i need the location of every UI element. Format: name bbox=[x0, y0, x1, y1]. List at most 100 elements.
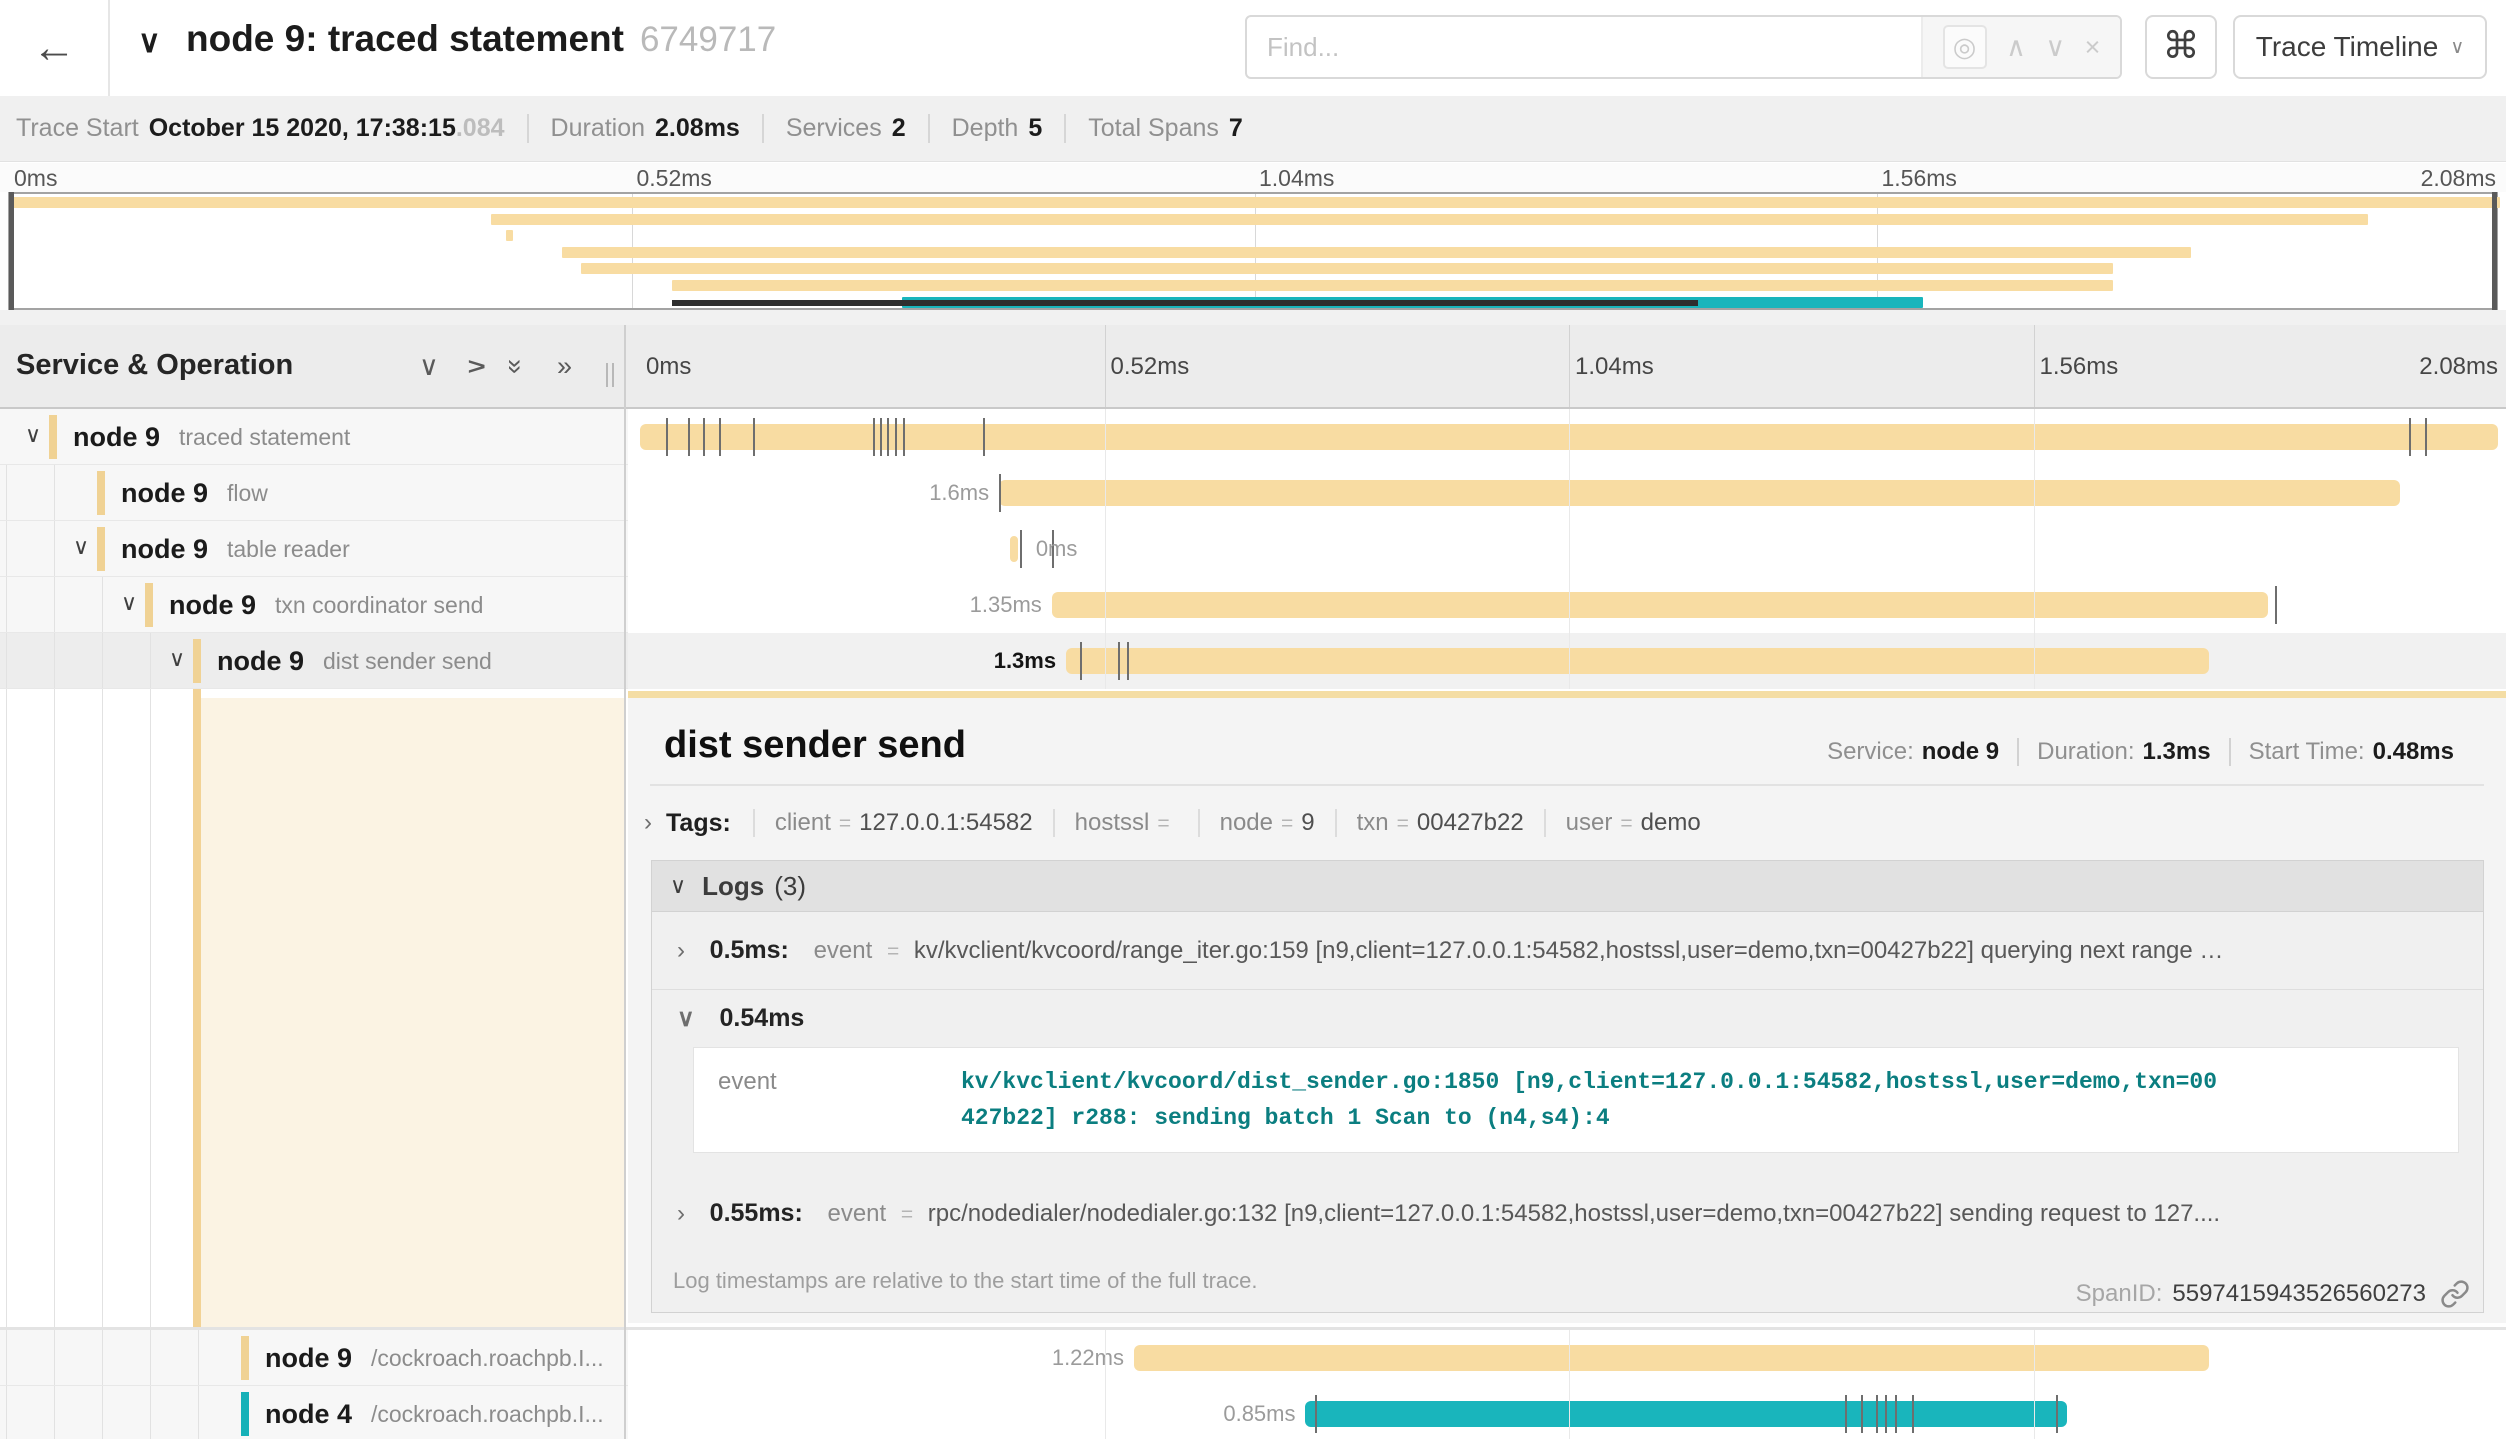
panel-divider[interactable] bbox=[624, 325, 626, 1439]
clear-search-icon[interactable]: × bbox=[2085, 32, 2101, 63]
find-group: ◎ ∧ ∨ × bbox=[1245, 15, 2122, 79]
chevron-right-icon: › bbox=[677, 1200, 685, 1227]
service-name: node 9 bbox=[121, 465, 208, 521]
span-row[interactable]: node 9flow1.6ms bbox=[0, 465, 2506, 521]
tags-accordion[interactable]: › Tags: client=127.0.0.1:54582 hostssl= … bbox=[644, 800, 2472, 846]
command-icon: ⌘ bbox=[2163, 25, 2200, 66]
log-entry-3-value: rpc/nodedialer/nodedialer.go:132 [n9,cli… bbox=[928, 1200, 2220, 1227]
minimap-right-scrubber[interactable] bbox=[2492, 192, 2497, 310]
chevron-right-icon: › bbox=[644, 809, 652, 837]
span-row-timeline-cell[interactable]: 0ms bbox=[628, 521, 2506, 577]
next-result-icon[interactable]: ∨ bbox=[2045, 32, 2065, 63]
logs-header[interactable]: ∨ Logs (3) bbox=[652, 861, 2483, 912]
span-row-name-cell[interactable]: ∨node 9txn coordinator send bbox=[0, 577, 628, 633]
timeline-gridline bbox=[2034, 1330, 2035, 1439]
span-row-name-cell[interactable]: node 9flow bbox=[0, 465, 628, 521]
keyboard-shortcuts-button[interactable]: ⌘ bbox=[2145, 15, 2217, 79]
span-row-timeline-cell[interactable]: 1.3ms bbox=[628, 633, 2506, 689]
span-row-name-cell[interactable]: ∨node 9traced statement bbox=[0, 409, 628, 465]
span-bar[interactable] bbox=[1305, 1401, 2067, 1427]
indent-guide bbox=[6, 465, 7, 520]
minimap-left-scrubber[interactable] bbox=[9, 192, 14, 310]
log-tick-mark bbox=[2409, 418, 2411, 456]
trace-id: 6749717 bbox=[640, 20, 776, 59]
span-row-timeline-cell[interactable]: 1.35ms bbox=[628, 577, 2506, 633]
timeline-tick-label: 0ms bbox=[646, 353, 691, 381]
timeline-gridline bbox=[1105, 1330, 1106, 1439]
span-row-timeline-cell[interactable]: 1.22ms bbox=[628, 1330, 2506, 1386]
tag-user: user=demo bbox=[1544, 809, 1721, 837]
span-rows-bottom: node 9/cockroach.roachpb.I...1.22msnode … bbox=[0, 1330, 2506, 1439]
span-row[interactable]: ∨node 9traced statement bbox=[0, 409, 2506, 465]
span-row-timeline-cell[interactable]: 0.85ms bbox=[628, 1386, 2506, 1439]
log-entry-1[interactable]: › 0.5ms: event = kv/kvclient/kvcoord/ran… bbox=[652, 912, 2483, 989]
span-bar[interactable] bbox=[1052, 592, 2268, 618]
minimap-canvas[interactable] bbox=[8, 192, 2498, 310]
indent-guide bbox=[6, 521, 7, 576]
span-row-name-cell[interactable]: ∨node 9table reader bbox=[0, 521, 628, 577]
indent-guide bbox=[150, 633, 151, 688]
find-input[interactable] bbox=[1247, 17, 1921, 77]
page-title: node 9: traced statement6749717 bbox=[186, 18, 776, 60]
span-row[interactable]: ∨node 9txn coordinator send1.35ms bbox=[0, 577, 2506, 633]
trace-collapse-icon[interactable]: ∨ bbox=[138, 24, 161, 60]
span-expander-icon[interactable]: ∨ bbox=[121, 590, 137, 616]
log-entry-2-header[interactable]: ∨ 0.54ms bbox=[677, 1004, 2459, 1033]
minimap-tick-label: 0ms bbox=[14, 165, 57, 192]
log-tick-mark bbox=[666, 418, 668, 456]
span-row-name-cell[interactable]: ∨node 9dist sender send bbox=[0, 633, 628, 689]
span-row[interactable]: ∨node 9table reader 0ms bbox=[0, 521, 2506, 577]
minimap-span-bar bbox=[581, 263, 2113, 274]
span-row-name-cell[interactable]: node 9/cockroach.roachpb.I... bbox=[0, 1330, 628, 1386]
log-tick-mark bbox=[1861, 1395, 1863, 1433]
span-detail-meta: Service:node 9 Duration:1.3ms Start Time… bbox=[1809, 738, 2472, 766]
indent-guide bbox=[54, 633, 55, 688]
timeline-gridline bbox=[2034, 409, 2035, 689]
locate-button[interactable]: ◎ bbox=[1943, 25, 1987, 69]
service-color-chip bbox=[49, 415, 57, 459]
timeline-axis: 0ms0.52ms1.04ms1.56ms2.08ms bbox=[628, 325, 2506, 409]
span-bar[interactable] bbox=[1010, 536, 1018, 562]
span-expander-icon[interactable]: ∨ bbox=[25, 422, 41, 448]
log-tick-mark bbox=[1895, 1395, 1897, 1433]
collapse-one-icon[interactable]: ∨ bbox=[419, 351, 439, 382]
span-row[interactable]: node 4/cockroach.roachpb.I...0.85ms bbox=[0, 1386, 2506, 1439]
prev-result-icon[interactable]: ∧ bbox=[2006, 32, 2026, 63]
span-rows-top: ∨node 9traced statementnode 9flow1.6ms∨n… bbox=[0, 409, 2506, 689]
detail-duration: Duration:1.3ms bbox=[2017, 738, 2228, 766]
expand-all-icon[interactable]: » bbox=[557, 351, 572, 382]
operation-name: table reader bbox=[227, 521, 350, 577]
column-resize-handle[interactable] bbox=[604, 363, 616, 387]
operation-name: txn coordinator send bbox=[275, 577, 483, 633]
trace-view-dropdown[interactable]: Trace Timeline ∨ bbox=[2233, 15, 2487, 79]
span-bar[interactable] bbox=[1134, 1345, 2209, 1371]
log-tick-mark bbox=[1876, 1395, 1878, 1433]
chevron-right-icon: › bbox=[677, 937, 685, 964]
span-bar[interactable] bbox=[999, 480, 2400, 506]
minimap-span-bar bbox=[10, 197, 2500, 208]
span-row-timeline-cell[interactable] bbox=[628, 409, 2506, 465]
span-expander-icon[interactable]: ∨ bbox=[73, 534, 89, 560]
span-row-name-cell[interactable]: node 4/cockroach.roachpb.I... bbox=[0, 1386, 628, 1439]
log-entry-3[interactable]: › 0.55ms: event = rpc/nodedialer/nodedia… bbox=[652, 1175, 2483, 1252]
span-bar[interactable] bbox=[1066, 648, 2209, 674]
selected-span-accent-band bbox=[193, 689, 201, 1330]
log-tick-mark bbox=[703, 418, 705, 456]
expand-one-icon[interactable]: ∨ bbox=[466, 351, 486, 382]
indent-guide bbox=[54, 1386, 55, 1439]
span-row[interactable]: ∨node 9dist sender send1.3ms bbox=[0, 633, 2506, 689]
logs-count: (3) bbox=[774, 871, 806, 902]
find-suffix: ◎ ∧ ∨ × bbox=[1921, 17, 2120, 77]
collapse-all-icon[interactable]: » bbox=[508, 351, 523, 382]
detail-service: Service:node 9 bbox=[1809, 738, 2017, 766]
indent-guide bbox=[102, 1386, 103, 1439]
log-tick-mark bbox=[1885, 1395, 1887, 1433]
link-icon[interactable] bbox=[2440, 1279, 2470, 1309]
span-row-timeline-cell[interactable]: 1.6ms bbox=[628, 465, 2506, 521]
spacer-strip bbox=[0, 310, 2506, 325]
back-button[interactable]: ← bbox=[0, 0, 110, 96]
span-duration-label: 0ms bbox=[1036, 521, 1078, 577]
span-id-label: SpanID: bbox=[2076, 1280, 2163, 1308]
span-row[interactable]: node 9/cockroach.roachpb.I...1.22ms bbox=[0, 1330, 2506, 1386]
span-expander-icon[interactable]: ∨ bbox=[169, 646, 185, 672]
